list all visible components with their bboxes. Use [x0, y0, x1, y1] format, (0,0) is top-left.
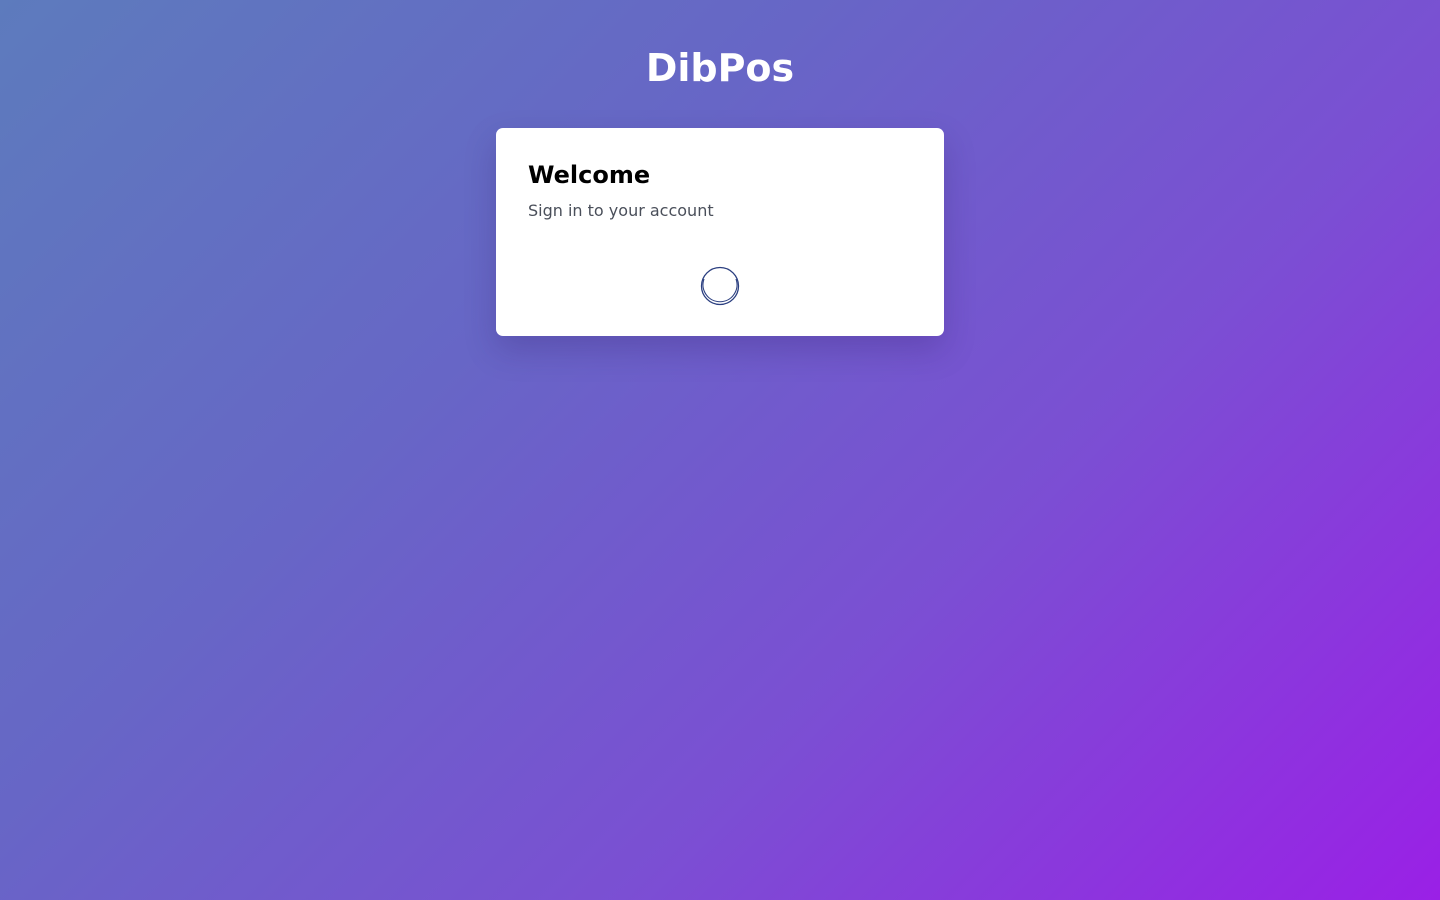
loading-spinner-icon	[698, 264, 742, 308]
login-card: Welcome Sign in to your account	[496, 128, 944, 336]
card-subtitle: Sign in to your account	[528, 201, 714, 220]
loading-spinner-svg	[700, 266, 740, 306]
app-title: DibPos	[645, 46, 795, 90]
card-title: Welcome	[528, 161, 651, 189]
